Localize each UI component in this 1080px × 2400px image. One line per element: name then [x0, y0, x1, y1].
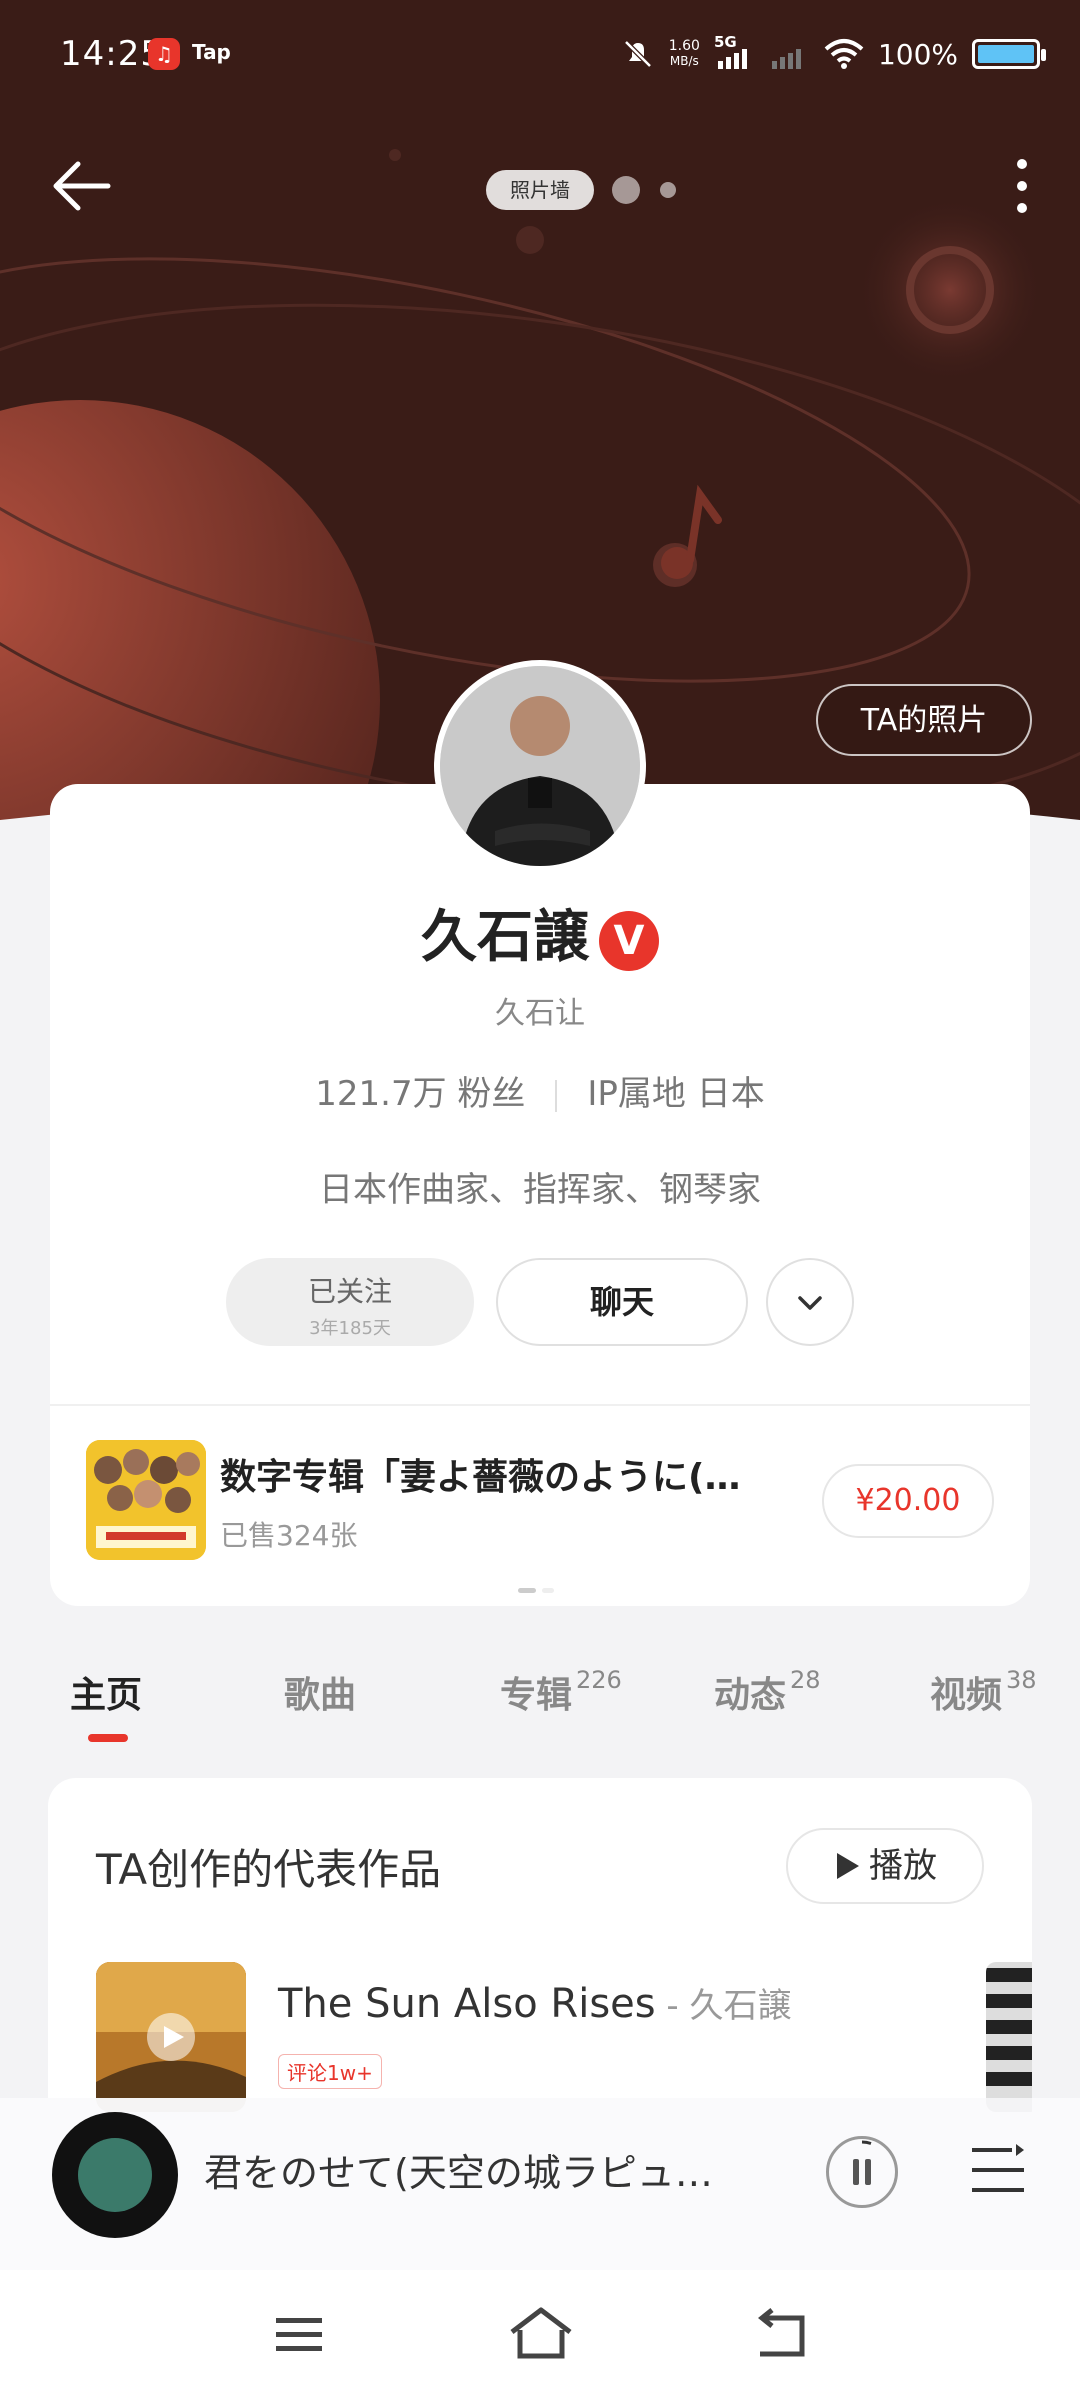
tab-songs[interactable]: 歌曲	[284, 1666, 356, 1718]
playlist-icon[interactable]	[970, 2140, 1026, 2200]
photo-indicator-dot	[612, 176, 640, 204]
tab-label: 视频	[930, 1675, 1003, 1716]
mini-player[interactable]: 君をのせて(天空の城ラピュ…	[0, 2098, 1080, 2270]
ip-location: IP属地 日本	[587, 1074, 765, 1114]
song-title-row[interactable]: The Sun Also Rises - 久石譲	[278, 1978, 792, 2027]
profile-tabs: 主页 歌曲 专辑 226 动态 28 视频 38	[0, 1666, 1080, 1746]
menu-icon[interactable]	[270, 2310, 330, 2360]
battery-icon	[972, 39, 1046, 69]
mute-bell-icon	[623, 40, 652, 68]
status-bar: 14:25 ♫ Tap 1.60 MB/s 5G 100%	[0, 0, 1080, 110]
pause-icon	[853, 2140, 872, 2185]
digital-album-title[interactable]: 数字专辑「妻よ薔薇のように(…	[220, 1448, 800, 1500]
photo-wall-tab[interactable]: 照片墙	[486, 170, 594, 210]
system-navigation-bar	[0, 2270, 1080, 2400]
fans-count[interactable]: 121.7万 粉丝	[315, 1074, 525, 1114]
now-playing-title[interactable]: 君をのせて(天空の城ラピュ…	[204, 2142, 764, 2197]
signal-strength-icon	[717, 49, 747, 69]
tab-label: 歌曲	[284, 1675, 357, 1716]
network-speed-unit: MB/s	[669, 54, 699, 68]
more-options-icon[interactable]	[1004, 150, 1040, 222]
card-divider	[50, 1404, 1030, 1406]
artist-avatar[interactable]	[434, 660, 646, 872]
tab-count: 38	[1006, 1666, 1037, 1694]
profile-name: 久石譲	[421, 905, 589, 970]
follow-duration: 3年185天	[309, 1318, 391, 1339]
profile-card: 久石譲 V 久石让 121.7万 粉丝 IP属地 日本 日本作曲家、指挥家、钢琴家 …	[50, 784, 1030, 1606]
song-title: The Sun Also Rises	[278, 1981, 656, 2027]
song-artist: - 久石譲	[655, 1986, 792, 2026]
song-cover-image[interactable]	[96, 1962, 246, 2112]
play-icon	[837, 1852, 859, 1879]
tab-videos[interactable]: 视频 38	[930, 1666, 1037, 1718]
profile-stats: 121.7万 粉丝 IP属地 日本	[50, 1066, 1030, 1115]
stats-divider	[555, 1079, 558, 1112]
album-cover-image[interactable]	[86, 1440, 206, 1560]
chat-button[interactable]: 聊天	[496, 1258, 748, 1346]
followed-button[interactable]: 已关注 3年185天	[226, 1258, 474, 1346]
tab-label: 动态	[714, 1675, 787, 1716]
representative-works-section: TA创作的代表作品 播放 The Sun Also Rises - 久石譲 评论…	[48, 1778, 1032, 2138]
promo-pager	[518, 1578, 560, 1597]
home-icon[interactable]	[506, 2306, 576, 2362]
tab-count: 28	[790, 1666, 821, 1694]
section-title: TA创作的代表作品	[96, 1845, 442, 1894]
battery-percent: 100%	[877, 37, 958, 71]
buy-price-button[interactable]: ¥20.00	[822, 1464, 994, 1538]
tab-count: 226	[576, 1666, 622, 1694]
netease-music-icon: ♫	[148, 38, 180, 70]
profile-alias: 久石让	[495, 996, 585, 1031]
tap-notification: Tap	[192, 40, 231, 64]
tab-label: 专辑	[500, 1675, 573, 1716]
ta-photos-button[interactable]: TA的照片	[816, 684, 1032, 756]
play-all-button[interactable]: 播放	[786, 1828, 984, 1904]
profile-bio: 日本作曲家、指挥家、钢琴家	[319, 1170, 761, 1210]
signal-strength-2-icon	[771, 49, 801, 69]
now-playing-disc[interactable]	[52, 2112, 178, 2238]
wifi-icon	[824, 39, 864, 69]
back-arrow-icon[interactable]	[48, 150, 120, 222]
tab-moments[interactable]: 动态 28	[714, 1666, 821, 1718]
tab-home[interactable]: 主页	[70, 1666, 142, 1718]
followed-label: 已关注	[307, 1275, 392, 1308]
verified-badge-icon: V	[599, 910, 659, 971]
expand-more-button[interactable]	[766, 1258, 854, 1346]
comment-count-badge: 评论1w+	[278, 2054, 382, 2089]
play-all-label: 播放	[869, 1846, 937, 1886]
back-icon[interactable]	[752, 2308, 812, 2364]
profile-name-row: 久石譲 V	[50, 892, 1030, 973]
active-tab-indicator	[88, 1734, 128, 1742]
chevron-down-icon	[798, 1296, 822, 1310]
tab-label: 主页	[70, 1675, 143, 1716]
tab-albums[interactable]: 专辑 226	[500, 1666, 622, 1718]
pause-button[interactable]	[826, 2136, 898, 2208]
photo-indicator-dot	[660, 182, 676, 198]
network-speed-value: 1.60	[668, 38, 700, 54]
album-sold-count: 已售324张	[220, 1519, 358, 1552]
next-song-cover-image[interactable]	[986, 1962, 1032, 2112]
